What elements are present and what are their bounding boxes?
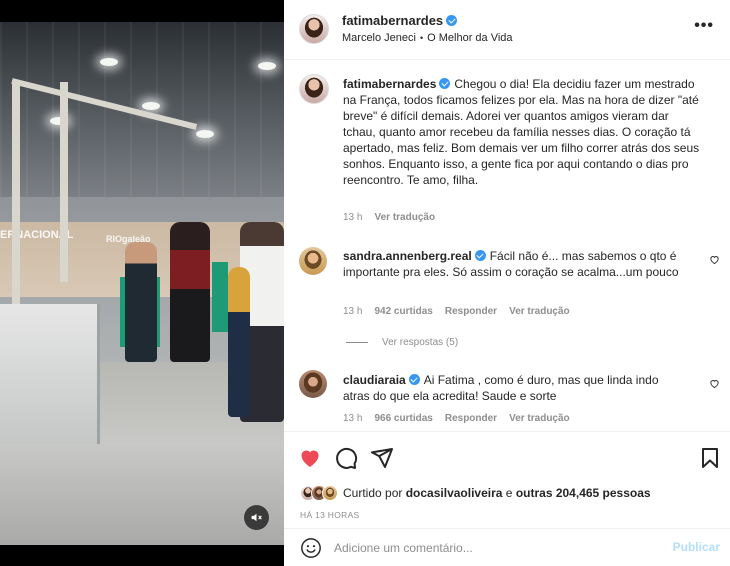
caption: fatimabernardes Chegou o dia! Ela decidiu… [343,76,703,188]
video-person [125,242,157,362]
liked-by-text: Curtido por docasilvaoliveira e outras 2… [343,486,651,500]
caption-meta: 13 h Ver tradução [343,212,447,223]
liked-by-conj: e [505,486,513,500]
comment-likes-count[interactable]: 966 curtidas [374,413,432,424]
video-person [228,267,250,417]
video-light [196,130,214,138]
bookmark-icon[interactable] [698,446,722,470]
publish-button[interactable]: Publicar [673,540,720,554]
video-frame-post [12,82,20,312]
video-light [258,62,276,70]
more-icon: ••• [694,17,714,34]
reply-button[interactable]: Responder [445,306,497,317]
replies-divider [346,341,368,343]
video-frame[interactable]: ERNACIONAL RIOgaleão [0,22,284,545]
video-light [100,58,118,66]
post-header: fatimabernardes Marcelo Jeneci • O Melhor … [284,0,730,60]
comment-avatar[interactable] [299,247,327,275]
add-comment-bar: Publicar [284,528,730,566]
caption-text: Chegou o dia! Ela decidiu fazer um mestr… [343,77,700,187]
caption-time[interactable]: 13 h [343,212,362,223]
comment-username[interactable]: claudiaraia [343,373,406,387]
video-kiosk [212,262,228,332]
view-replies-label: Ver respostas (5) [382,337,459,348]
comment-time[interactable]: 13 h [343,413,362,424]
comment-translate-button[interactable]: Ver tradução [509,413,570,424]
share-icon[interactable] [370,446,394,470]
liked-by-others[interactable]: outras 204,465 pessoas [516,486,651,500]
video-frame-post [60,82,68,282]
comment-avatar[interactable] [299,370,327,398]
audio-attribution[interactable]: Marcelo Jeneci • O Melhor da Vida [342,32,513,44]
emoji-icon[interactable] [300,537,322,559]
caption-avatar[interactable] [299,74,329,104]
comment-input[interactable] [334,539,654,557]
reply-button[interactable]: Responder [445,413,497,424]
caption-username[interactable]: fatimabernardes [343,77,436,91]
audio-separator: • [419,33,424,43]
author-username-row: fatimabernardes [342,13,458,28]
heart-icon[interactable] [298,446,322,470]
comment-time[interactable]: 13 h [343,306,362,317]
comment-icon[interactable] [334,446,358,470]
posted-time[interactable]: HÁ 13 HORAS [300,510,360,520]
author-avatar[interactable] [299,14,329,44]
video-person [170,222,210,362]
view-replies-button[interactable]: Ver respostas (5) [346,337,458,348]
post-actions [284,431,730,479]
mute-icon [251,513,262,522]
liked-by: Curtido por docasilvaoliveira e outras 2… [300,483,651,503]
verified-icon [474,250,486,261]
liked-by-user[interactable]: docasilvaoliveira [406,486,503,500]
verified-icon [446,15,458,26]
comment-username[interactable]: sandra.annenberg.real [343,249,472,263]
post-media[interactable]: ERNACIONAL RIOgaleão [0,0,284,566]
liked-by-prefix: Curtido por [343,486,403,500]
comment-translate-button[interactable]: Ver tradução [509,306,570,317]
comment-meta: 13 h 942 curtidas Responder Ver tradução [343,306,582,317]
audio-artist[interactable]: Marcelo Jeneci [342,32,416,44]
video-counter [0,304,100,444]
caption-translate-button[interactable]: Ver tradução [374,212,435,223]
comment-like-icon[interactable] [709,378,720,389]
verified-icon [439,78,451,89]
comment: sandra.annenberg.real Fácil não é... mas … [343,248,683,280]
liker-avatar[interactable] [322,485,338,501]
comments-list: fatimabernardes Chegou o dia! Ela decidiu… [284,61,730,431]
author-username[interactable]: fatimabernardes [342,13,443,28]
mute-button[interactable] [244,505,269,530]
more-options-button[interactable]: ••• [694,18,714,34]
verified-icon [408,374,420,385]
audio-song[interactable]: O Melhor da Vida [427,32,512,44]
comment-likes-count[interactable]: 942 curtidas [374,306,432,317]
video-light [142,102,160,110]
comment-meta: 13 h 966 curtidas Responder Ver tradução [343,413,582,424]
comment: claudiaraia Ai Fatima , como é duro, mas … [343,372,683,404]
post-sidebar: fatimabernardes Marcelo Jeneci • O Melhor … [284,0,730,566]
comment-like-icon[interactable] [709,254,720,265]
